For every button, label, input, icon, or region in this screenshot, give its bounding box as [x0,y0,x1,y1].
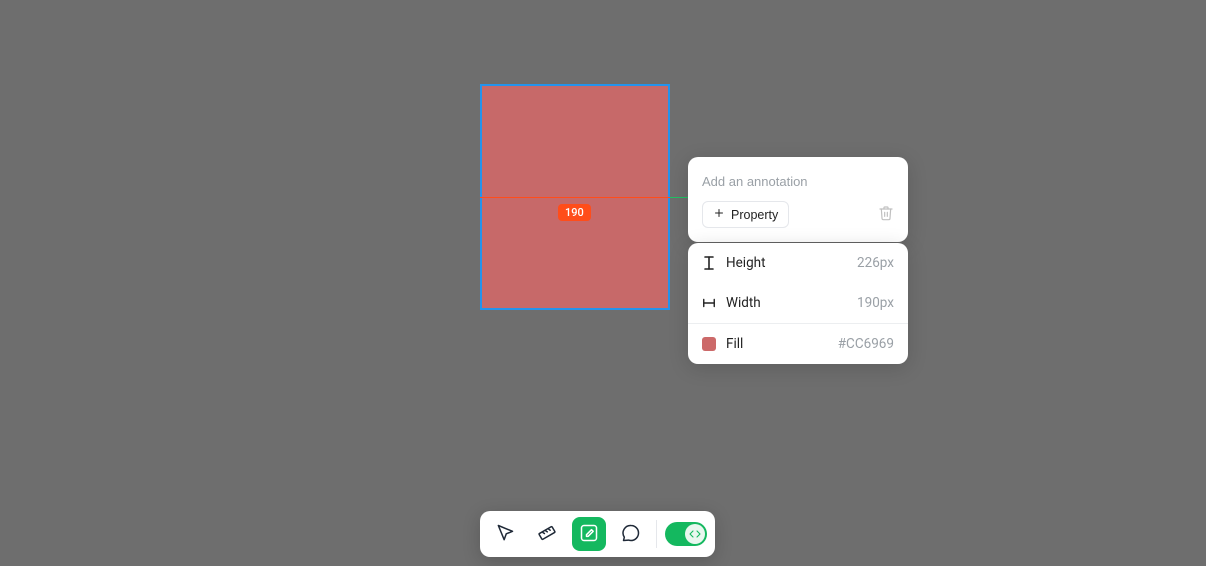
shape-measure-line [480,197,670,198]
property-value: 226px [857,255,894,271]
property-value: 190px [857,295,894,311]
property-row-fill[interactable]: Fill #CC6969 [688,324,908,364]
plus-icon [713,207,725,222]
height-icon [702,255,716,271]
property-label: Fill [726,336,743,352]
dimension-badge: 190 [558,204,591,221]
code-icon [689,525,701,544]
comment-icon [621,523,641,546]
delete-button[interactable] [878,205,894,224]
property-button-label: Property [731,208,778,222]
property-value: #CC6969 [838,336,894,352]
toolbar-tools-group [488,517,648,551]
edit-icon [579,523,599,546]
bottom-toolbar [480,511,715,557]
comment-tool-button[interactable] [614,517,648,551]
add-property-button[interactable]: Property [702,201,789,228]
cursor-tool-button[interactable] [488,517,522,551]
width-icon [702,297,716,309]
toolbar-separator [656,520,657,548]
cursor-icon [495,523,515,546]
trash-icon [878,205,894,224]
ruler-icon [537,523,557,546]
edit-tool-button[interactable] [572,517,606,551]
annotation-panel: Property [688,157,908,242]
annotation-input[interactable] [702,174,894,189]
properties-panel: Height 226px Width 190px Fill #CC6969 [688,243,908,364]
code-toggle[interactable] [665,522,707,546]
toggle-knob [685,524,705,544]
shape-connector-line [670,197,688,198]
property-label: Height [726,255,766,271]
property-row-height[interactable]: Height 226px [688,243,908,283]
ruler-tool-button[interactable] [530,517,564,551]
fill-swatch-icon [702,337,716,351]
property-row-width[interactable]: Width 190px [688,283,908,323]
property-label: Width [726,295,761,311]
